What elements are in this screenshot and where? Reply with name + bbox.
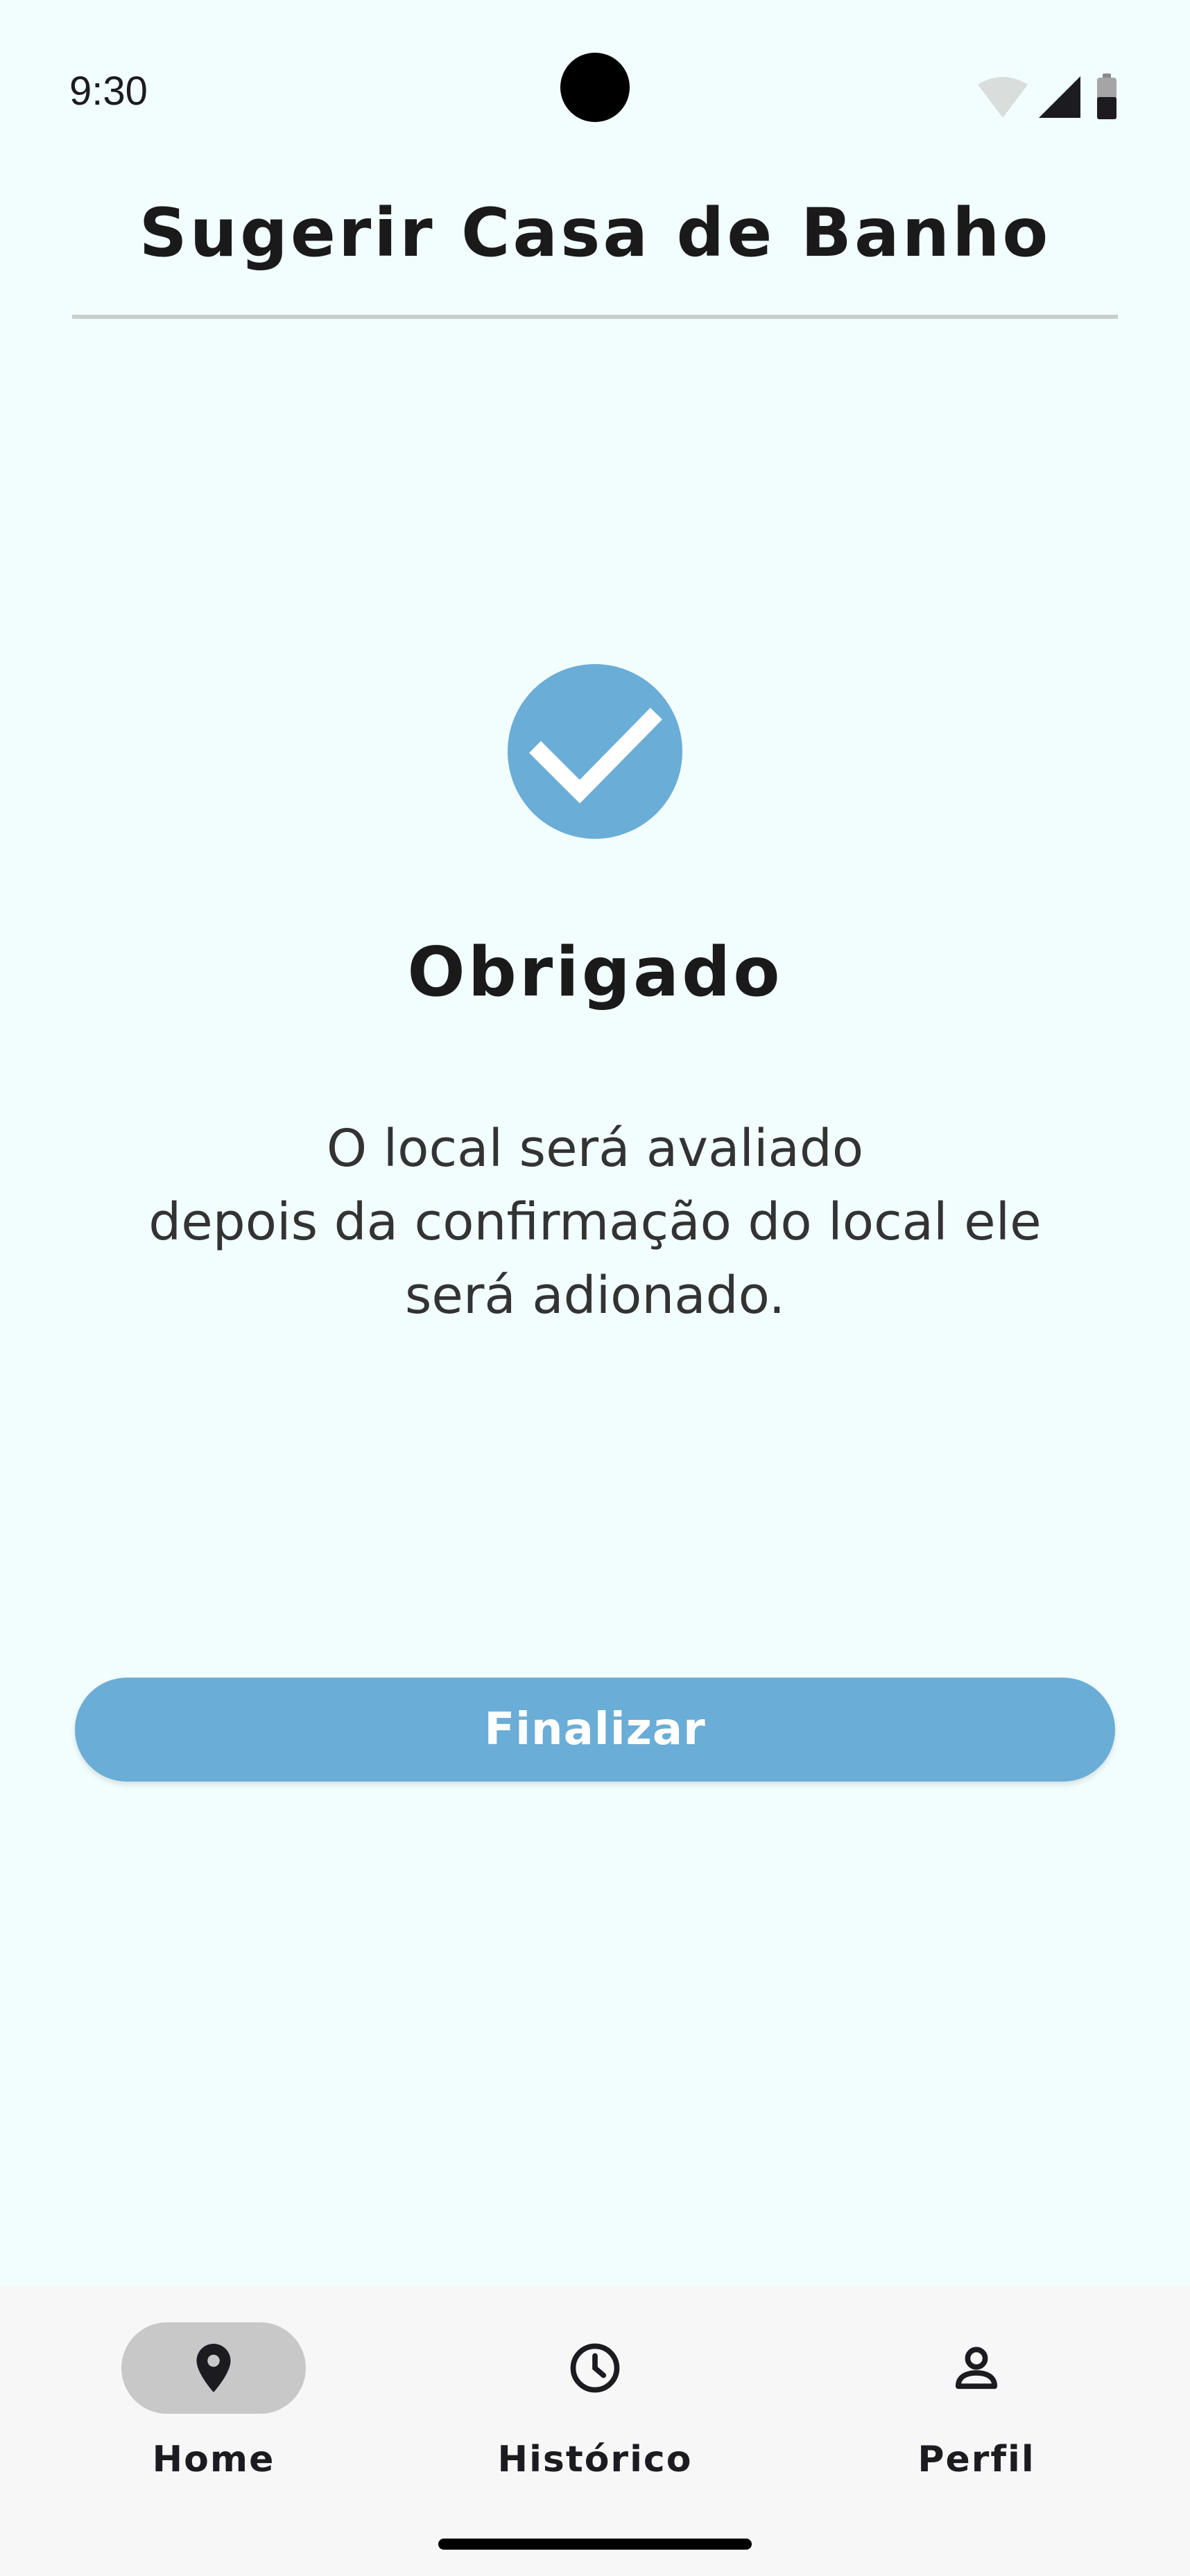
finish-button[interactable]: Finalizar	[75, 1678, 1115, 1782]
nav-icon-container	[503, 2322, 687, 2414]
nav-label-profile: Perfil	[917, 2439, 1035, 2480]
nav-item-history[interactable]: Histórico	[456, 2322, 734, 2489]
message-line: será adionado.	[404, 1266, 786, 1325]
nav-label-home: Home	[152, 2439, 275, 2480]
nav-icon-container	[884, 2322, 1069, 2414]
nav-item-profile[interactable]: Perfil	[838, 2322, 1115, 2489]
location-pin-icon	[196, 2344, 231, 2392]
nav-item-home[interactable]: Home	[75, 2322, 352, 2489]
status-bar: 9:30	[0, 0, 1190, 187]
nav-label-history: Histórico	[497, 2439, 693, 2480]
clock-icon	[570, 2343, 620, 2393]
check-circle-icon	[508, 664, 682, 839]
status-time: 9:30	[69, 69, 148, 114]
wifi-icon	[978, 77, 1028, 118]
status-icons	[978, 73, 1116, 119]
cellular-signal-icon	[1039, 76, 1080, 118]
app-header: Sugerir Casa de Banho	[0, 187, 1190, 319]
page-title: Sugerir Casa de Banho	[139, 194, 1051, 272]
header-divider	[72, 315, 1118, 319]
nav-active-indicator	[121, 2322, 306, 2414]
camera-cutout	[560, 53, 630, 122]
confirmation-title: Obrigado	[407, 933, 783, 1012]
message-line: O local será avaliado	[326, 1119, 864, 1178]
bottom-navigation: Home Histórico Perfil	[0, 2286, 1190, 2576]
message-line: depois da confirmação do local ele	[148, 1192, 1042, 1252]
battery-icon	[1097, 73, 1116, 119]
confirmation-message: O local será avaliado depois da confirma…	[69, 1112, 1121, 1332]
home-indicator[interactable]	[438, 2539, 752, 2550]
person-icon	[955, 2347, 998, 2390]
